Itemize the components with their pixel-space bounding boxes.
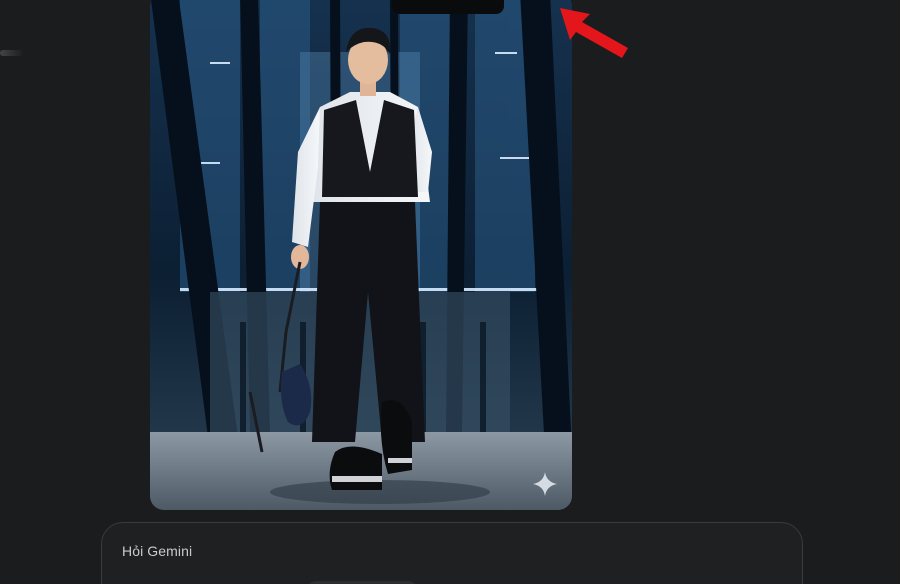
image-illustration xyxy=(150,0,572,510)
sparkle-icon[interactable] xyxy=(531,470,559,498)
red-arrow-icon xyxy=(556,4,636,62)
generated-image[interactable] xyxy=(150,0,572,510)
image-toolbar[interactable] xyxy=(392,0,504,14)
prompt-placeholder: Hỏi Gemini xyxy=(122,543,193,559)
prompt-input[interactable]: Hỏi Gemini xyxy=(101,522,803,584)
sidebar-edge xyxy=(0,50,24,56)
app-page: Hỏi Gemini xyxy=(0,0,900,584)
